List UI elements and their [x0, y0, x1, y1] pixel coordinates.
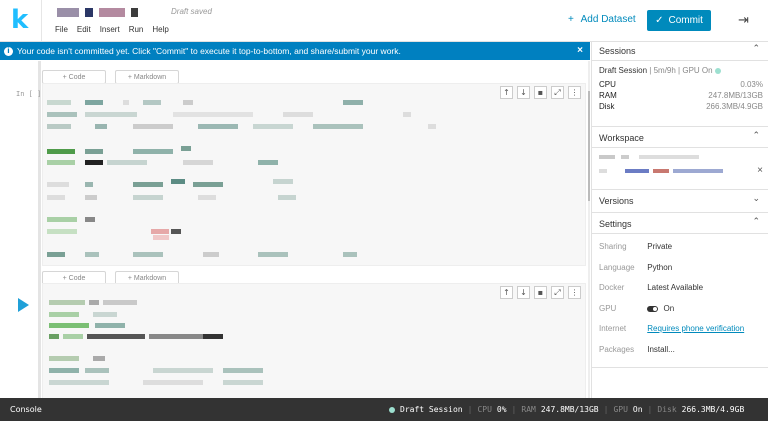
collapse-panel-icon[interactable]: ⇥: [738, 12, 749, 28]
check-icon: ✓: [655, 15, 664, 26]
expand-icon[interactable]: ⤢: [551, 86, 564, 99]
banner-text: Your code isn't committed yet. Click "Co…: [17, 46, 401, 56]
ram-row: RAM 247.8MB/13GB: [599, 91, 763, 100]
add-dataset-button[interactable]: + Add Dataset: [568, 14, 636, 25]
chevron-up-icon[interactable]: ⌃: [752, 131, 760, 141]
logo-letter: k: [11, 5, 29, 35]
setting-gpu: GPU On: [599, 304, 675, 313]
status-disk-value: 266.3MB/4.9GB: [681, 405, 745, 414]
menu-bar: File Edit Insert Run Help: [55, 25, 169, 34]
chevron-down-icon[interactable]: ⌄: [752, 194, 760, 204]
notebook-title[interactable]: [57, 8, 138, 17]
expand-icon[interactable]: ⤢: [551, 286, 564, 299]
setting-docker: Docker Latest Available: [599, 283, 704, 292]
disk-row: Disk 266.3MB/4.9GB: [599, 102, 763, 111]
workspace-dataset-item[interactable]: ×: [599, 152, 763, 182]
setting-sharing: Sharing Private: [599, 242, 673, 251]
info-icon: i: [4, 46, 13, 56]
divider: [592, 367, 768, 368]
move-down-icon[interactable]: ↓: [517, 86, 530, 99]
menu-edit[interactable]: Edit: [77, 25, 91, 34]
gpu-status-dot: [714, 67, 721, 74]
add-code-button[interactable]: + Code: [42, 70, 106, 84]
move-up-icon[interactable]: ↑: [500, 86, 513, 99]
kaggle-logo[interactable]: k: [0, 0, 42, 41]
run-cell-icon[interactable]: [18, 298, 29, 312]
delete-icon[interactable]: ▪: [534, 286, 547, 299]
gpu-value: On: [663, 304, 675, 313]
gpu-toggle[interactable]: [647, 305, 659, 312]
commit-button[interactable]: ✓ Commit: [647, 10, 711, 31]
plus-icon: +: [568, 14, 574, 25]
cell-toolbar: ↑ ↓ ▪ ⤢ ⋮: [500, 286, 581, 299]
menu-insert[interactable]: Insert: [100, 25, 120, 34]
notebook-scrollbar[interactable]: [588, 61, 590, 398]
commit-label: Commit: [668, 15, 703, 26]
status-bar: Console Draft Session | CPU 0% | RAM 247…: [0, 398, 768, 421]
session-status: Draft Session: [599, 66, 648, 75]
divider: [592, 126, 768, 127]
add-markdown-button[interactable]: + Markdown: [115, 70, 179, 84]
disk-label: Disk: [599, 102, 615, 111]
setting-packages: Packages Install...: [599, 345, 675, 354]
code-cell[interactable]: ↑ ↓ ▪ ⤢ ⋮: [42, 283, 586, 398]
menu-run[interactable]: Run: [129, 25, 144, 34]
notebook-editor: + Code + Markdown In [ ]: ↑ ↓ ▪ ⤢ ⋮ + Co…: [0, 61, 590, 398]
docker-value[interactable]: Latest Available: [647, 283, 703, 292]
setting-internet: Internet Requires phone verification: [599, 324, 745, 333]
draft-saved-status: Draft saved: [171, 7, 212, 16]
cpu-value: 0.03%: [740, 80, 763, 89]
workspace-heading[interactable]: Workspace: [599, 133, 644, 143]
status-session: Draft Session | CPU 0% | RAM 247.8MB/13G…: [389, 405, 744, 414]
cpu-row: CPU 0.03%: [599, 80, 763, 89]
packages-install[interactable]: Install...: [647, 345, 675, 354]
menu-file[interactable]: File: [55, 25, 68, 34]
console-toggle[interactable]: Console: [10, 405, 42, 414]
cell-toolbar: ↑ ↓ ▪ ⤢ ⋮: [500, 86, 581, 99]
menu-help[interactable]: Help: [152, 25, 168, 34]
chevron-up-icon[interactable]: ⌃: [752, 217, 760, 227]
status-ram-value: 247.8MB/13GB: [540, 405, 599, 414]
session-duration: 5m/9h: [653, 66, 676, 75]
top-bar: k Draft saved File Edit Insert Run Help …: [0, 0, 768, 42]
commit-warning-banner: i Your code isn't committed yet. Click "…: [0, 42, 590, 60]
disk-value: 266.3MB/4.9GB: [706, 102, 763, 111]
language-value[interactable]: Python: [647, 263, 672, 272]
status-gpu-value: On: [632, 405, 643, 414]
ram-value: 247.8MB/13GB: [708, 91, 763, 100]
ram-label: RAM: [599, 91, 617, 100]
divider: [592, 147, 768, 148]
cell-gutter: [38, 61, 41, 398]
phone-verification-link[interactable]: Requires phone verification: [647, 324, 744, 333]
status-session-name: Draft Session: [400, 405, 463, 414]
session-status-dot: [389, 406, 395, 413]
delete-icon[interactable]: ▪: [534, 86, 547, 99]
status-cpu-value: 0%: [496, 405, 507, 414]
divider: [592, 189, 768, 190]
code-cell[interactable]: ↑ ↓ ▪ ⤢ ⋮: [42, 83, 586, 266]
cpu-label: CPU: [599, 80, 616, 89]
sharing-value[interactable]: Private: [647, 242, 672, 251]
add-dataset-label: Add Dataset: [580, 14, 636, 25]
move-up-icon[interactable]: ↑: [500, 286, 513, 299]
add-cell-buttons: + Code + Markdown: [42, 70, 179, 84]
session-gpu: GPU On: [682, 66, 713, 75]
more-icon[interactable]: ⋮: [568, 286, 581, 299]
more-icon[interactable]: ⋮: [568, 86, 581, 99]
sessions-heading[interactable]: Sessions: [599, 46, 636, 56]
right-panel: Sessions ⌃ Draft Session | 5m/9h | GPU O…: [591, 42, 768, 398]
divider: [592, 233, 768, 234]
close-icon[interactable]: ×: [577, 45, 583, 56]
divider: [592, 212, 768, 213]
move-down-icon[interactable]: ↓: [517, 286, 530, 299]
close-icon[interactable]: ×: [757, 165, 763, 176]
versions-heading[interactable]: Versions: [599, 196, 634, 206]
divider: [592, 60, 768, 61]
settings-heading[interactable]: Settings: [599, 219, 632, 229]
setting-language: Language Python: [599, 263, 673, 272]
scrollbar-thumb[interactable]: [588, 91, 590, 201]
chevron-up-icon[interactable]: ⌃: [752, 44, 760, 54]
session-summary: Draft Session | 5m/9h | GPU On: [599, 66, 721, 75]
